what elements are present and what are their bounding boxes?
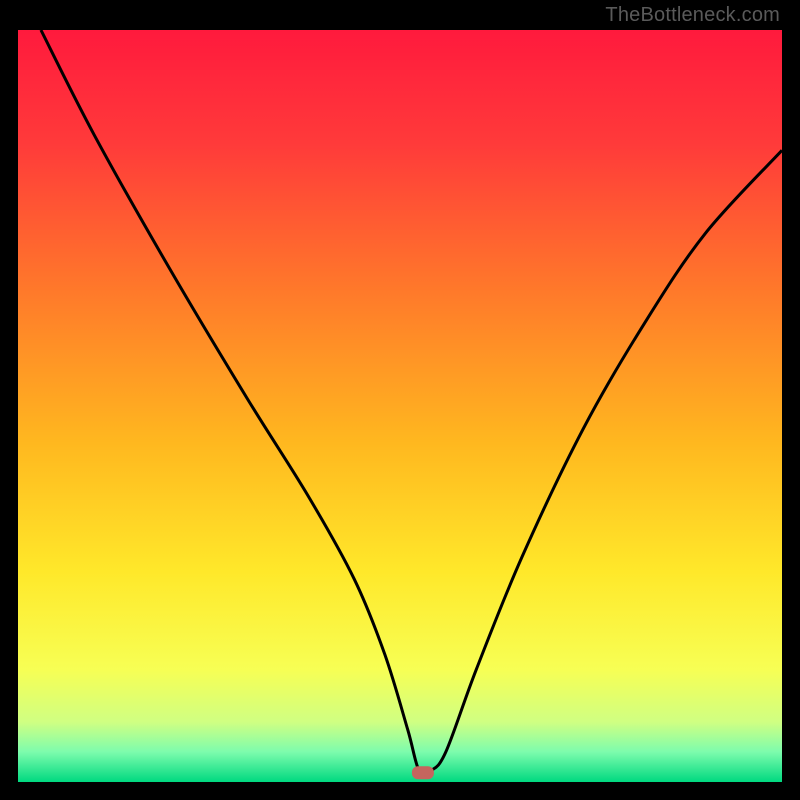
optimal-marker bbox=[412, 766, 434, 779]
bottleneck-chart bbox=[18, 30, 782, 782]
chart-svg bbox=[18, 30, 782, 782]
plot-background bbox=[18, 30, 782, 782]
watermark-text: TheBottleneck.com bbox=[605, 4, 780, 27]
